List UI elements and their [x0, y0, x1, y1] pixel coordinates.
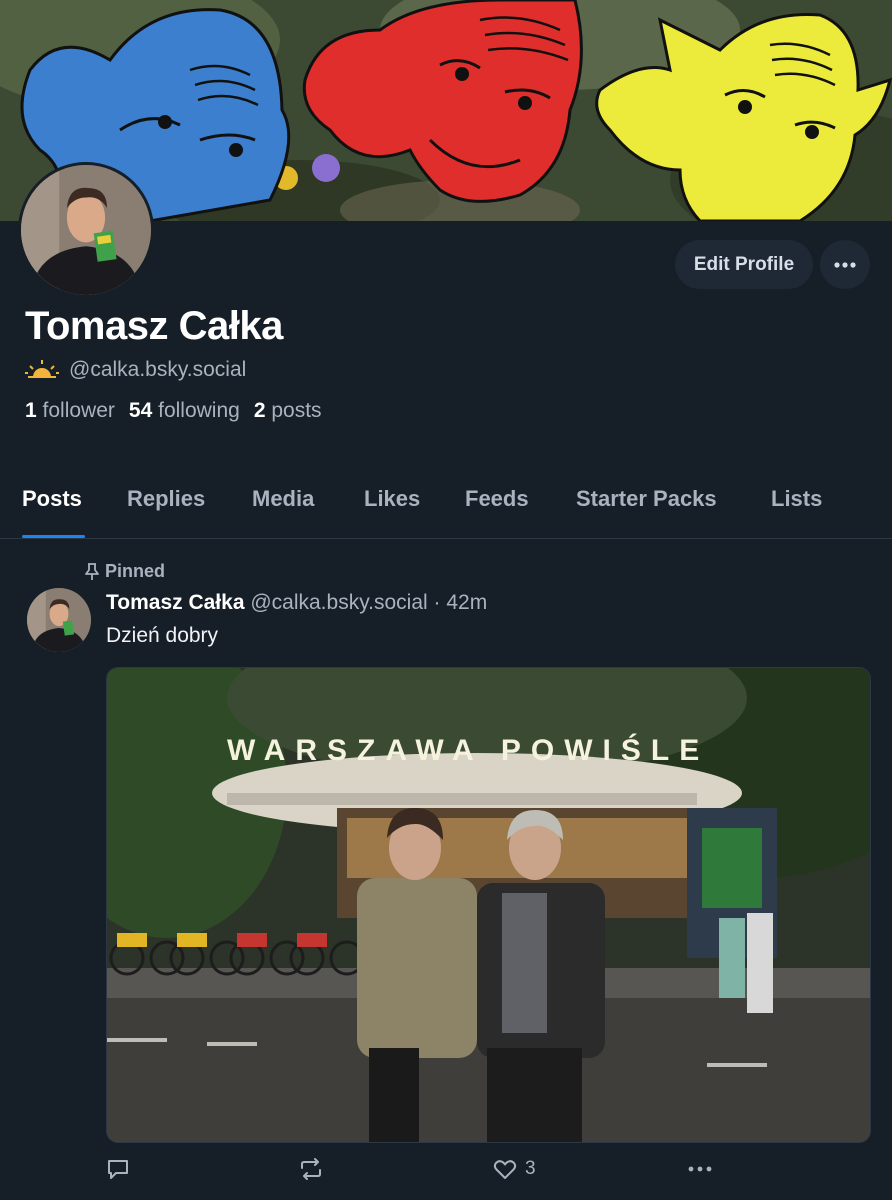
reply-button[interactable] [106, 1158, 138, 1180]
avatar-image [21, 165, 151, 295]
tab-lists[interactable]: Lists [771, 486, 822, 512]
pinned-indicator: Pinned [84, 561, 165, 582]
station-sign: WARSZAWA POWIŚLE [227, 733, 709, 767]
post-more-button[interactable] [688, 1166, 712, 1172]
profile-stats: 1 follower 54 following 2 posts [25, 399, 322, 423]
repost-icon [301, 1158, 321, 1180]
profile-handle-row: @calka.bsky.social [25, 358, 246, 382]
heart-icon [493, 1160, 517, 1179]
tab-starter-packs[interactable]: Starter Packs [576, 486, 717, 512]
edit-profile-button[interactable]: Edit Profile [675, 240, 813, 289]
post-timestamp[interactable]: 42m [446, 591, 487, 614]
tab-replies[interactable]: Replies [127, 486, 205, 512]
profile-handle: @calka.bsky.social [69, 358, 247, 381]
following-stat[interactable]: 54 following [129, 399, 240, 423]
post-meta-separator: · [433, 591, 447, 614]
like-count: 3 [525, 1158, 536, 1179]
tab-media[interactable]: Media [252, 486, 314, 512]
tab-likes[interactable]: Likes [364, 486, 420, 512]
post-author-name[interactable]: Tomasz Całka [106, 591, 245, 614]
ellipsis-icon [834, 261, 856, 268]
post-author-avatar[interactable] [27, 588, 91, 652]
profile-tabs: Posts Replies Media Likes Feeds Starter … [0, 474, 892, 539]
post-photo: WARSZAWA POWIŚLE [107, 668, 870, 1142]
followers-count: 1 [25, 399, 37, 422]
like-button[interactable]: 3 [493, 1158, 536, 1180]
following-label: following [158, 399, 240, 422]
ellipsis-icon [688, 1166, 712, 1172]
posts-count: 2 [253, 399, 266, 422]
tab-posts[interactable]: Posts [22, 486, 82, 512]
post-header: Tomasz Całka @calka.bsky.social · 42m [106, 591, 487, 615]
followers-stat[interactable]: 1 follower [25, 399, 115, 423]
active-tab-indicator [22, 535, 85, 538]
sun-icon [25, 360, 59, 378]
post-text: Dzień dobry [106, 624, 219, 647]
avatar-image [27, 588, 91, 652]
followers-label: follower [42, 399, 115, 422]
repost-button[interactable] [298, 1158, 332, 1180]
pinned-label: Pinned [105, 561, 166, 581]
posts-label: posts [271, 399, 322, 422]
more-options-button[interactable] [820, 240, 870, 289]
following-count: 54 [128, 399, 153, 422]
profile-avatar[interactable] [18, 162, 154, 298]
profile-display-name: Tomasz Całka [25, 304, 283, 348]
post-author-handle[interactable]: @calka.bsky.social [250, 591, 427, 614]
reply-icon [108, 1160, 128, 1179]
tab-feeds[interactable]: Feeds [465, 486, 529, 512]
pin-icon [85, 562, 99, 580]
posts-stat: 2 posts [254, 399, 322, 423]
post-image[interactable]: WARSZAWA POWIŚLE [106, 667, 871, 1143]
